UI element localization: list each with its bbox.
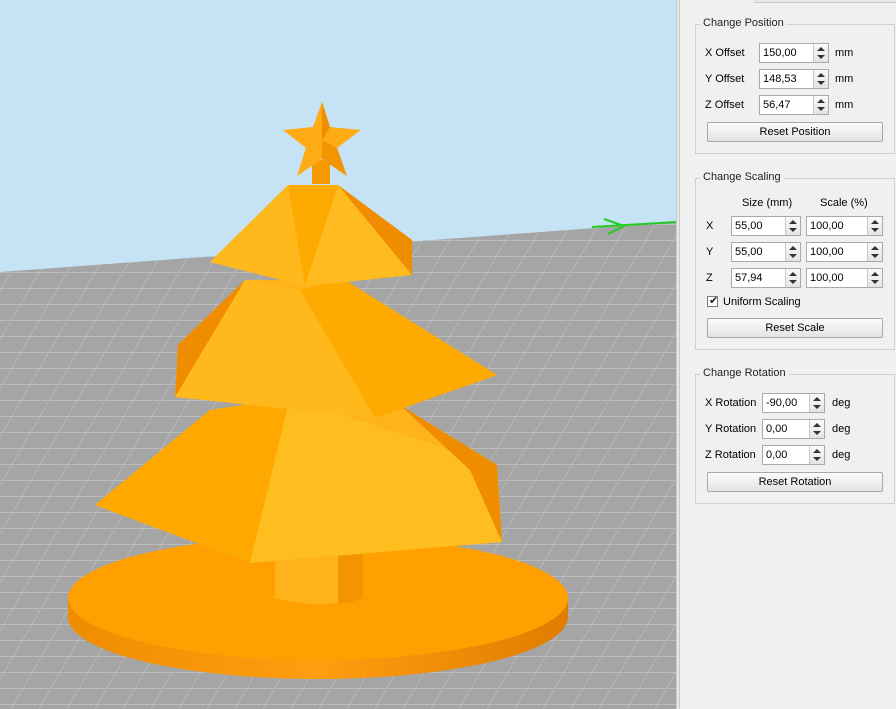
- y-offset-field[interactable]: 148,53: [759, 69, 829, 89]
- y-offset-value: 148,53: [763, 73, 797, 85]
- x-rotation-stepper[interactable]: [809, 394, 824, 412]
- scale-x-field[interactable]: 100,00: [806, 216, 883, 236]
- change-position-title: Change Position: [700, 17, 787, 29]
- scale-y-stepper[interactable]: [867, 243, 882, 261]
- scale-x-axis-label: X: [706, 220, 714, 232]
- size-y-field[interactable]: 55,00: [731, 242, 801, 262]
- 3d-viewport[interactable]: [0, 0, 676, 709]
- scale-column-header: Scale (%): [820, 197, 868, 209]
- size-x-value: 55,00: [735, 220, 763, 232]
- size-y-stepper[interactable]: [785, 243, 800, 261]
- z-offset-label: Z Offset: [705, 99, 744, 111]
- reset-scale-button[interactable]: Reset Scale: [707, 318, 883, 338]
- x-offset-label: X Offset: [705, 47, 745, 59]
- reset-rotation-button[interactable]: Reset Rotation: [707, 472, 883, 492]
- z-rotation-field[interactable]: 0,00: [762, 445, 825, 465]
- x-rotation-label: X Rotation: [705, 397, 757, 409]
- uniform-scaling-checkbox[interactable]: ✔: [707, 295, 719, 307]
- scale-z-value: 100,00: [810, 272, 844, 284]
- x-offset-field[interactable]: 150,00: [759, 43, 829, 63]
- y-offset-stepper[interactable]: [813, 70, 828, 88]
- z-offset-unit: mm: [835, 99, 854, 111]
- scale-z-axis-label: Z: [706, 272, 713, 284]
- scene-canvas[interactable]: [0, 0, 676, 709]
- z-rotation-unit: deg: [832, 449, 851, 461]
- y-rotation-stepper[interactable]: [809, 420, 824, 438]
- checkmark-icon: ✔: [709, 295, 719, 307]
- size-column-header: Size (mm): [742, 197, 793, 209]
- z-offset-field[interactable]: 56,47: [759, 95, 829, 115]
- size-x-field[interactable]: 55,00: [731, 216, 801, 236]
- y-rotation-label: Y Rotation: [705, 423, 757, 435]
- reset-position-button[interactable]: Reset Position: [707, 122, 883, 142]
- y-rotation-value: 0,00: [766, 423, 788, 435]
- scale-y-axis-label: Y: [706, 246, 714, 258]
- change-scaling-title: Change Scaling: [700, 171, 784, 183]
- scale-z-stepper[interactable]: [867, 269, 882, 287]
- z-rotation-label: Z Rotation: [705, 449, 756, 461]
- x-offset-value: 150,00: [763, 47, 797, 59]
- size-x-stepper[interactable]: [785, 217, 800, 235]
- y-rotation-field[interactable]: 0,00: [762, 419, 825, 439]
- panel-top-edge: [754, 0, 896, 3]
- x-offset-stepper[interactable]: [813, 44, 828, 62]
- scale-x-value: 100,00: [810, 220, 844, 232]
- x-offset-unit: mm: [835, 47, 854, 59]
- z-rotation-value: 0,00: [766, 449, 788, 461]
- scale-z-field[interactable]: 100,00: [806, 268, 883, 288]
- y-rotation-unit: deg: [832, 423, 851, 435]
- z-offset-stepper[interactable]: [813, 96, 828, 114]
- x-rotation-value: -90,00: [766, 397, 798, 409]
- uniform-scaling-label[interactable]: Uniform Scaling: [723, 296, 801, 308]
- size-z-value: 57,94: [735, 272, 763, 284]
- scale-x-stepper[interactable]: [867, 217, 882, 235]
- size-z-stepper[interactable]: [785, 269, 800, 287]
- change-rotation-title: Change Rotation: [700, 367, 789, 379]
- x-rotation-field[interactable]: -90,00: [762, 393, 825, 413]
- scale-y-value: 100,00: [810, 246, 844, 258]
- scale-y-field[interactable]: 100,00: [806, 242, 883, 262]
- y-offset-label: Y Offset: [705, 73, 745, 85]
- z-offset-value: 56,47: [763, 99, 791, 111]
- size-z-field[interactable]: 57,94: [731, 268, 801, 288]
- y-offset-unit: mm: [835, 73, 854, 85]
- x-rotation-unit: deg: [832, 397, 851, 409]
- size-y-value: 55,00: [735, 246, 763, 258]
- z-rotation-stepper[interactable]: [809, 446, 824, 464]
